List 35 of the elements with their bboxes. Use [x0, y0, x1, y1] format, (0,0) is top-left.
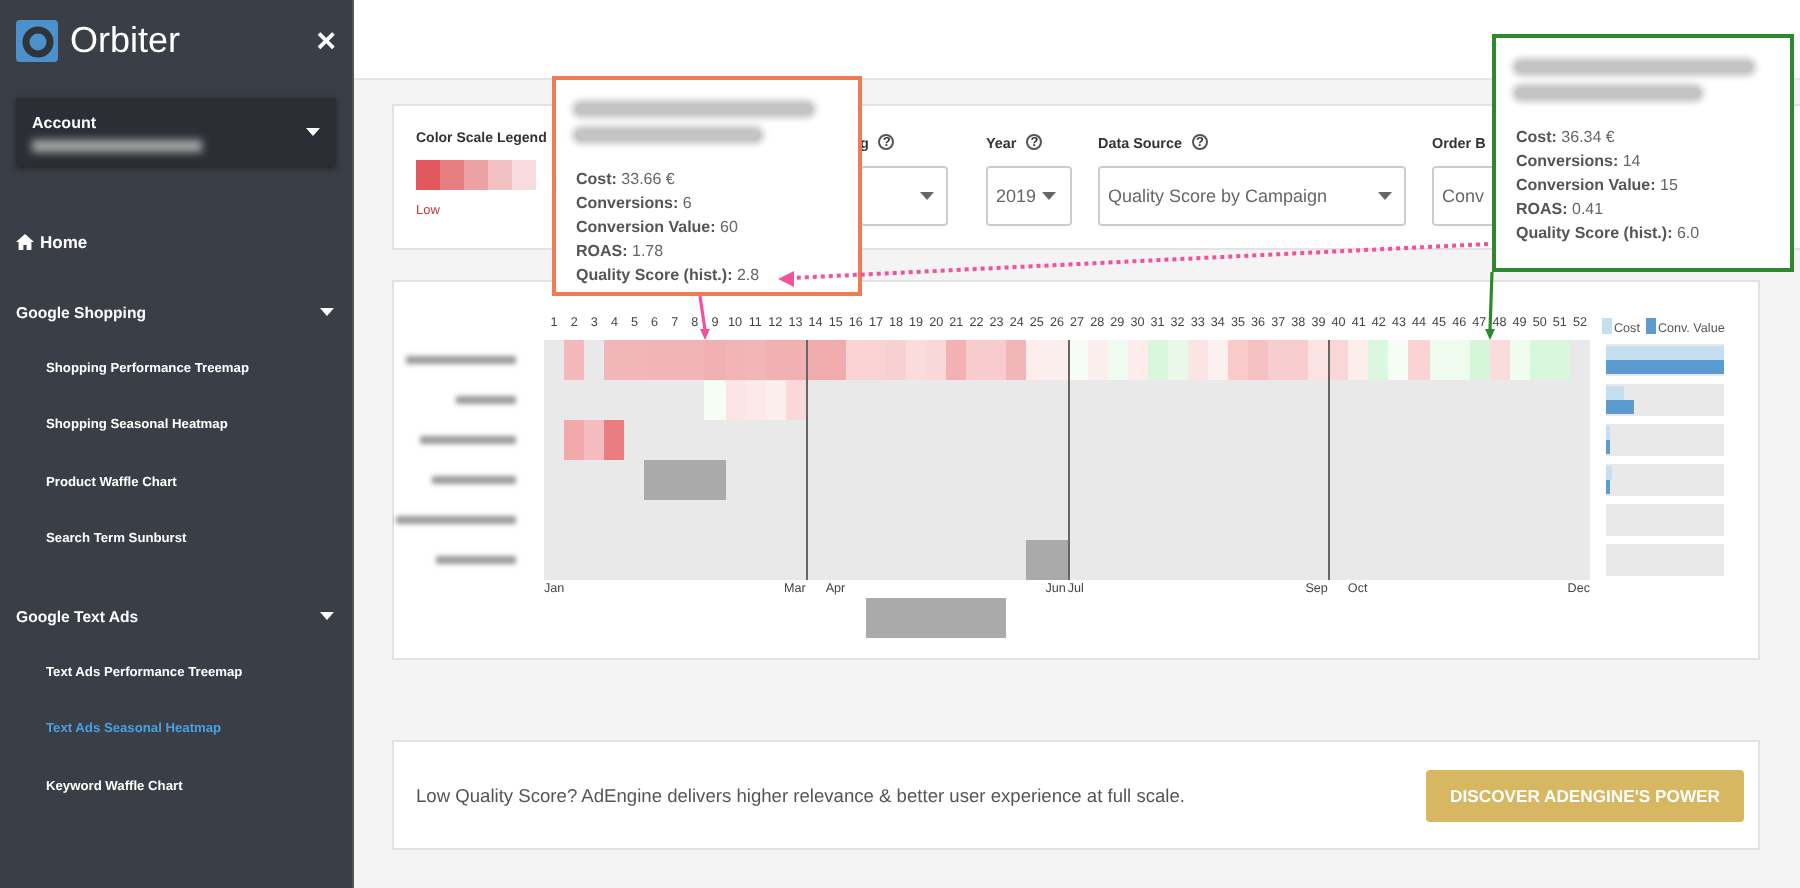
caret-icon — [920, 192, 934, 200]
logo-icon — [16, 19, 58, 61]
tooltip-line: Quality Score (hist.): 2.8 — [576, 264, 760, 288]
tooltip-line: ROAS: 0.41 — [1516, 198, 1604, 222]
blurred-label — [396, 516, 516, 524]
caret-icon — [1378, 192, 1392, 200]
tooltip-line: Conversions: 14 — [1516, 150, 1641, 174]
blurred-label — [420, 436, 516, 444]
promo-text: Low Quality Score? AdEngine delivers higher relevance & better user experience at full scale. — [416, 785, 1185, 805]
pointer-arrow — [698, 295, 710, 340]
app-logo-text: Orbiter — [70, 19, 183, 61]
account-label: Account — [32, 113, 98, 131]
caret-icon — [320, 308, 334, 316]
blurred-label — [432, 476, 516, 484]
tooltip-line: Conversions: 6 — [576, 192, 692, 216]
home-icon — [16, 234, 34, 250]
dropdown[interactable] — [860, 166, 948, 226]
blurred-label — [436, 556, 516, 564]
dropdown[interactable]: Quality Score by Campaign — [1098, 166, 1406, 226]
tooltip-line: Cost: 36.34 € — [1516, 126, 1615, 150]
account-dropdown[interactable]: Account — [16, 98, 336, 166]
caret-icon — [320, 612, 334, 620]
tooltip-line: Conversion Value: 60 — [576, 216, 738, 240]
close-button[interactable]: × — [316, 23, 336, 57]
blurred-label — [456, 396, 516, 404]
dropdown[interactable]: 2019 — [986, 166, 1072, 226]
caret-icon — [1042, 192, 1057, 200]
color-scale-legend — [416, 160, 536, 190]
tooltip-line: Conversion Value: 15 — [1516, 174, 1678, 198]
tooltip-line: ROAS: 1.78 — [576, 240, 664, 264]
tooltip-line: Cost: 33.66 € — [576, 168, 675, 192]
blurred-label — [406, 356, 516, 364]
tooltip-line: Quality Score (hist.): 6.0 — [1516, 222, 1700, 246]
home-link[interactable]: Home — [0, 226, 352, 258]
caret-icon — [306, 128, 320, 136]
